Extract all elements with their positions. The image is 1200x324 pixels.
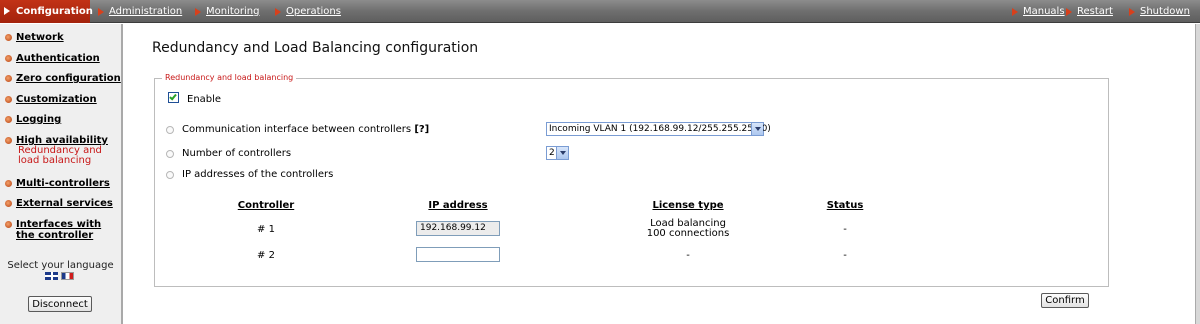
bullet-icon (5, 200, 12, 207)
arrow-right-icon (195, 8, 201, 16)
sidebar: Network Authentication Zero configuratio… (0, 24, 123, 324)
comm-interface-label: Communication interface between controll… (182, 124, 430, 135)
sidebar-item-network[interactable]: Network (5, 32, 121, 43)
arrow-right-icon (1066, 8, 1072, 16)
bullet-icon (5, 34, 12, 41)
chevron-down-icon (751, 123, 763, 135)
tab-administration[interactable]: Administration (98, 5, 182, 19)
col-header-controller: Controller (237, 200, 295, 211)
col-header-status: Status (826, 200, 864, 211)
num-controllers-label: Number of controllers (182, 148, 292, 159)
row1-controller: # 1 (257, 224, 275, 235)
row2-ip-field[interactable] (416, 247, 500, 262)
sidebar-item-multi-controllers[interactable]: Multi-controllers (5, 178, 121, 189)
shutdown-link[interactable]: Shutdown (1129, 5, 1190, 19)
bullet-icon (5, 221, 12, 228)
bullet-icon (5, 180, 12, 187)
bullet-icon (5, 137, 12, 144)
bullet-icon (5, 55, 12, 62)
redundancy-fieldset (154, 78, 1109, 287)
restart-link[interactable]: Restart (1066, 5, 1113, 19)
arrow-right-icon (98, 8, 104, 16)
sidebar-item-authentication[interactable]: Authentication (5, 53, 121, 64)
tab-monitoring[interactable]: Monitoring (195, 5, 259, 19)
page-title: Redundancy and Load Balancing configurat… (152, 40, 479, 56)
confirm-button[interactable]: Confirm (1041, 293, 1089, 308)
fieldset-legend: Redundancy and load balancing (162, 73, 297, 82)
bullet-icon (5, 75, 12, 82)
row2-controller: # 2 (257, 250, 275, 261)
comm-interface-radio[interactable] (166, 126, 174, 134)
num-controllers-radio[interactable] (166, 150, 174, 158)
row1-license-line2: 100 connections (646, 228, 730, 239)
sidebar-item-customization[interactable]: Customization (5, 94, 121, 105)
enable-checkbox[interactable] (168, 92, 179, 103)
col-header-ip-address: IP address (428, 200, 488, 211)
disconnect-button[interactable]: Disconnect (28, 296, 92, 312)
bullet-icon (5, 96, 12, 103)
sidebar-item-interfaces[interactable]: Interfaces with the controller (2, 219, 121, 241)
row1-ip-field[interactable]: 192.168.99.12 (416, 221, 500, 236)
arrow-right-icon (4, 7, 10, 15)
bullet-icon (5, 116, 12, 123)
language-label: Select your language (7, 260, 114, 271)
sidebar-item-external-services[interactable]: External services (5, 198, 121, 209)
col-header-license-type: License type (652, 200, 724, 211)
arrow-right-icon (1012, 8, 1018, 16)
france-flag-icon[interactable] (61, 272, 74, 280)
sidebar-item-zero-configuration[interactable]: Zero configuration (5, 73, 121, 84)
sidebar-item-logging[interactable]: Logging (5, 114, 121, 125)
num-controllers-select[interactable]: 2 (546, 146, 569, 160)
uk-flag-icon[interactable] (45, 272, 58, 280)
ip-addresses-radio[interactable] (166, 171, 174, 179)
chevron-down-icon (556, 147, 568, 159)
top-navigation-bar: Configuration Administration Monitoring … (0, 0, 1200, 23)
row2-license: - (686, 250, 690, 261)
tab-configuration[interactable]: Configuration (0, 0, 93, 23)
arrow-right-icon (1129, 8, 1135, 16)
manuals-link[interactable]: Manuals (1012, 5, 1065, 19)
arrow-right-icon (275, 8, 281, 16)
row1-status: - (843, 224, 847, 235)
sidebar-subitem-redundancy[interactable]: Redundancy and load balancing (18, 146, 121, 166)
enable-label: Enable (187, 94, 222, 105)
scrollbar-edge[interactable] (1195, 24, 1200, 324)
tab-operations[interactable]: Operations (275, 5, 341, 19)
row2-status: - (843, 250, 847, 261)
ip-addresses-label: IP addresses of the controllers (182, 169, 334, 180)
comm-interface-select[interactable]: Incoming VLAN 1 (192.168.99.12/255.255.2… (546, 122, 771, 136)
checkmark-icon (169, 92, 177, 101)
help-link[interactable]: [?] (414, 124, 429, 135)
